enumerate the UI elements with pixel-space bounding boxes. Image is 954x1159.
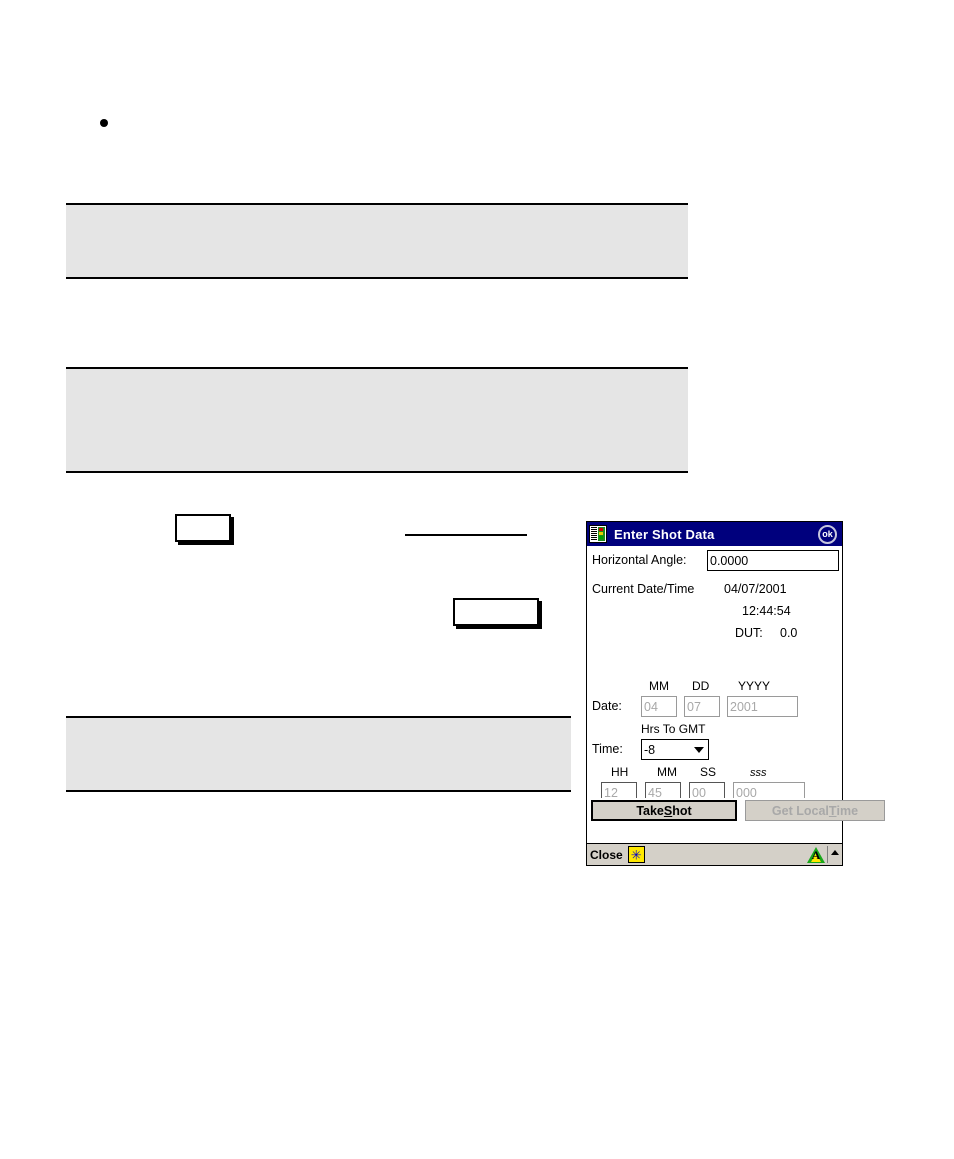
document-underline (405, 534, 527, 536)
document-bullet (100, 119, 108, 127)
alert-triangle-letter: A (811, 848, 821, 862)
hrs-to-gmt-value: -8 (644, 742, 656, 757)
chevron-up-icon[interactable] (827, 846, 841, 863)
window-titlebar: Enter Shot Data ok (587, 522, 842, 546)
time-mm-header: MM (657, 765, 677, 779)
date-dd-header: DD (692, 679, 710, 693)
dut-value: 0.0 (780, 626, 798, 640)
document-shaded-block-1 (66, 205, 688, 277)
document-empty-box-2 (453, 598, 539, 626)
document-rule-bottom-2 (66, 471, 688, 473)
dut-label: DUT: (735, 626, 763, 640)
take-shot-button[interactable]: Take Shot (591, 800, 737, 821)
system-taskbar: Close ✳ A (587, 843, 842, 865)
current-date-value: 04/07/2001 (724, 582, 787, 596)
date-row-label: Date: (592, 699, 622, 713)
traffic-light-book-icon (589, 525, 607, 543)
current-datetime-label: Current Date/Time (592, 582, 695, 596)
window-title: Enter Shot Data (614, 526, 715, 542)
hrs-to-gmt-select[interactable]: -8 (641, 739, 709, 760)
document-empty-box-1 (175, 514, 231, 542)
asterisk-glyph: ✳ (630, 847, 642, 862)
take-shot-label-post: hot (672, 803, 692, 818)
dialog-client-area: Horizontal Angle: 0.0000 Current Date/Ti… (587, 546, 842, 822)
enter-shot-data-window: Enter Shot Data ok Horizontal Angle: 0.0… (586, 521, 885, 866)
current-time-value: 12:44:54 (742, 604, 791, 618)
dialog-button-bar: Take Shot Get Local Time (587, 798, 885, 823)
time-row-label: Time: (592, 742, 623, 756)
horizontal-angle-label: Horizontal Angle: (592, 553, 687, 567)
get-local-time-button[interactable]: Get Local Time (745, 800, 885, 821)
document-rule-bottom-1 (66, 277, 688, 279)
date-dd-input[interactable]: 07 (684, 696, 720, 717)
time-hh-header: HH (611, 765, 629, 779)
asterisk-icon[interactable]: ✳ (627, 846, 645, 863)
horizontal-angle-input[interactable]: 0.0000 (707, 550, 839, 571)
take-shot-label-pre: Take (636, 803, 664, 818)
date-mm-header: MM (649, 679, 669, 693)
take-shot-accel: S (663, 803, 673, 818)
get-local-time-label-pre: Get Local (771, 803, 829, 818)
get-local-time-accel: T (828, 803, 837, 818)
get-local-time-label-post: ime (836, 803, 859, 818)
date-yyyy-header: YYYY (738, 679, 771, 693)
document-rule-bottom-3 (66, 790, 571, 792)
close-button[interactable]: Close (590, 848, 623, 862)
document-shaded-block-2 (66, 369, 688, 471)
hrs-to-gmt-header: Hrs To GMT (641, 722, 706, 736)
date-yyyy-input[interactable]: 2001 (727, 696, 798, 717)
date-mm-input[interactable]: 04 (641, 696, 677, 717)
ok-button[interactable]: ok (818, 524, 837, 544)
time-sss-header: sss (750, 767, 767, 779)
time-ss-header: SS (700, 765, 717, 779)
chevron-down-icon[interactable] (694, 746, 704, 753)
alert-triangle-icon[interactable]: A (807, 846, 825, 863)
document-shaded-block-3 (66, 718, 571, 790)
